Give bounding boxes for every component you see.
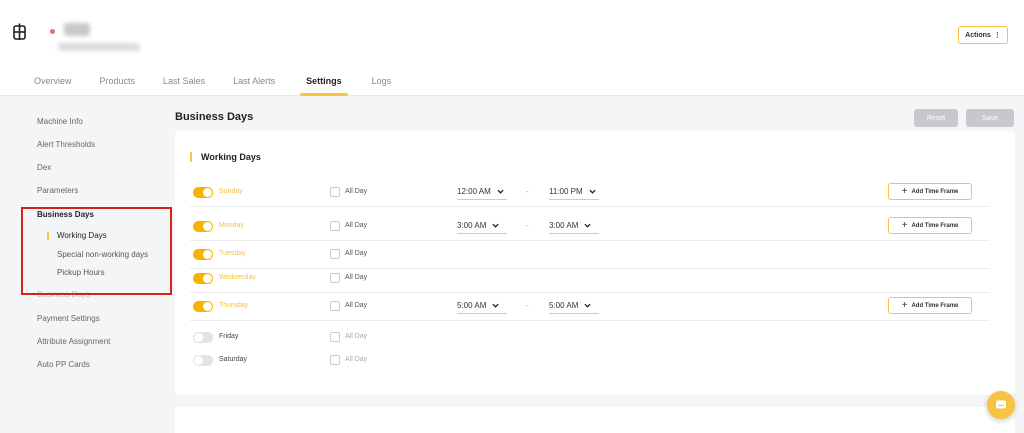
- tab-products[interactable]: Products: [100, 70, 136, 96]
- to-time-select[interactable]: 11:00 PM: [549, 184, 599, 200]
- add-time-frame-label: Add Time Frame: [911, 188, 959, 195]
- plus-icon: +: [901, 185, 908, 197]
- time-separator: -: [526, 221, 529, 230]
- chevron-down-icon: [497, 189, 504, 194]
- day-toggle[interactable]: [193, 273, 213, 284]
- tab-logs[interactable]: Logs: [372, 70, 392, 96]
- all-day-checkbox[interactable]: [330, 301, 340, 311]
- day-label: Sunday: [219, 188, 243, 195]
- plus-icon: +: [901, 219, 908, 231]
- sidebar-item-business-days[interactable]: Business Days: [37, 210, 94, 219]
- from-time-value: 5:00 AM: [457, 301, 487, 310]
- all-day-checkbox[interactable]: [330, 273, 340, 283]
- day-row-tuesday: Tuesday All Day: [175, 243, 1015, 269]
- chevron-down-icon: [492, 303, 499, 308]
- day-row-sunday: Sunday All Day 12:00 AM - 11:00 PM + Add …: [175, 181, 1015, 207]
- save-button[interactable]: Save: [966, 109, 1014, 127]
- all-day-label: All Day: [345, 274, 368, 281]
- chat-icon: [996, 400, 1006, 409]
- sidebar-item-dex[interactable]: Dex: [37, 163, 51, 172]
- tab-last-alerts[interactable]: Last Alerts: [233, 70, 275, 96]
- all-day-checkbox[interactable]: [330, 187, 340, 197]
- add-time-frame-label: Add Time Frame: [911, 222, 959, 229]
- from-time-select[interactable]: 5:00 AM: [457, 298, 507, 314]
- day-toggle[interactable]: [193, 221, 213, 232]
- chevron-down-icon: [584, 303, 591, 308]
- all-day-checkbox[interactable]: [330, 355, 340, 365]
- day-row-wednesday: Wednesday All Day: [175, 267, 1015, 293]
- day-label: Friday: [219, 333, 239, 340]
- sidebar-subitem-working-days[interactable]: Working Days: [47, 231, 107, 240]
- day-toggle[interactable]: [193, 355, 213, 366]
- all-day-checkbox[interactable]: [330, 221, 340, 231]
- working-days-title: Working Days: [201, 152, 261, 162]
- sidebar-item-business-days-ghost: Business Days: [37, 290, 90, 299]
- machine-logo-icon: [13, 23, 26, 40]
- all-day-label: All Day: [345, 356, 368, 363]
- day-row-monday: Monday All Day 3:00 AM - 3:00 AM + Add Ti…: [175, 215, 1015, 241]
- all-day-checkbox[interactable]: [330, 332, 340, 342]
- sidebar-item-machine-info[interactable]: Machine Info: [37, 117, 83, 126]
- tab-settings[interactable]: Settings: [300, 70, 348, 96]
- all-day-label: All Day: [345, 302, 368, 309]
- all-day-checkbox[interactable]: [330, 249, 340, 259]
- machine-subtitle-redacted: [58, 43, 140, 51]
- to-time-value: 5:00 AM: [549, 301, 579, 310]
- header: Actions ⋮ Overview Products Last Sales L…: [0, 0, 1024, 96]
- from-time-select[interactable]: 12:00 AM: [457, 184, 507, 200]
- next-section-card: [175, 407, 1015, 433]
- sidebar-subitem-pickup-hours[interactable]: Pickup Hours: [57, 268, 105, 277]
- machine-name-redacted: [64, 23, 90, 36]
- reset-button[interactable]: Reset: [914, 109, 958, 127]
- from-time-value: 3:00 AM: [457, 221, 487, 230]
- day-label: Saturday: [219, 356, 248, 363]
- actions-label: Actions: [965, 31, 991, 39]
- day-toggle[interactable]: [193, 249, 213, 260]
- all-day-label: All Day: [345, 250, 368, 257]
- day-toggle[interactable]: [193, 187, 213, 198]
- to-time-value: 11:00 PM: [549, 187, 583, 196]
- sidebar-subitem-special-non-working-days[interactable]: Special non-working days: [57, 250, 148, 259]
- time-separator: -: [526, 187, 529, 196]
- sidebar-item-attribute-assignment[interactable]: Attribute Assignment: [37, 337, 110, 346]
- sidebar-item-parameters[interactable]: Parameters: [37, 186, 78, 195]
- from-time-value: 12:00 AM: [457, 187, 491, 196]
- sidebar-item-alert-thresholds[interactable]: Alert Thresholds: [37, 140, 95, 149]
- all-day-label: All Day: [345, 222, 368, 229]
- chevron-down-icon: [584, 223, 591, 228]
- add-time-frame-button[interactable]: + Add Time Frame: [888, 183, 972, 200]
- sidebar-item-payment-settings[interactable]: Payment Settings: [37, 314, 100, 323]
- day-label: Tuesday: [219, 250, 246, 257]
- to-time-select[interactable]: 5:00 AM: [549, 298, 599, 314]
- day-row-thursday: Thursday All Day 5:00 AM - 5:00 AM + Add …: [175, 295, 1015, 321]
- day-row-saturday: Saturday All Day: [175, 349, 1015, 375]
- add-time-frame-button[interactable]: + Add Time Frame: [888, 217, 972, 234]
- to-time-value: 3:00 AM: [549, 221, 579, 230]
- day-label: Monday: [219, 222, 244, 229]
- chevron-down-icon: [589, 189, 596, 194]
- chat-button[interactable]: [987, 391, 1015, 419]
- all-day-label: All Day: [345, 333, 368, 340]
- time-separator: -: [526, 301, 529, 310]
- to-time-select[interactable]: 3:00 AM: [549, 218, 599, 234]
- add-time-frame-label: Add Time Frame: [911, 302, 959, 309]
- status-dot: [50, 29, 55, 34]
- all-day-label: All Day: [345, 188, 368, 195]
- day-toggle[interactable]: [193, 301, 213, 312]
- section-accent-bar: [190, 152, 192, 162]
- from-time-select[interactable]: 3:00 AM: [457, 218, 507, 234]
- actions-button[interactable]: Actions ⋮: [958, 26, 1008, 44]
- tab-bar: Overview Products Last Sales Last Alerts…: [34, 70, 391, 96]
- sidebar-item-auto-pp-cards[interactable]: Auto PP Cards: [37, 360, 90, 369]
- day-label: Wednesday: [219, 274, 256, 281]
- plus-icon: +: [901, 299, 908, 311]
- page-title: Business Days: [175, 111, 254, 123]
- day-toggle[interactable]: [193, 332, 213, 343]
- day-label: Thursday: [219, 302, 249, 309]
- add-time-frame-button[interactable]: + Add Time Frame: [888, 297, 972, 314]
- tab-last-sales[interactable]: Last Sales: [163, 70, 205, 96]
- more-vertical-icon: ⋮: [993, 32, 1001, 39]
- tab-overview[interactable]: Overview: [34, 70, 72, 96]
- chevron-down-icon: [492, 223, 499, 228]
